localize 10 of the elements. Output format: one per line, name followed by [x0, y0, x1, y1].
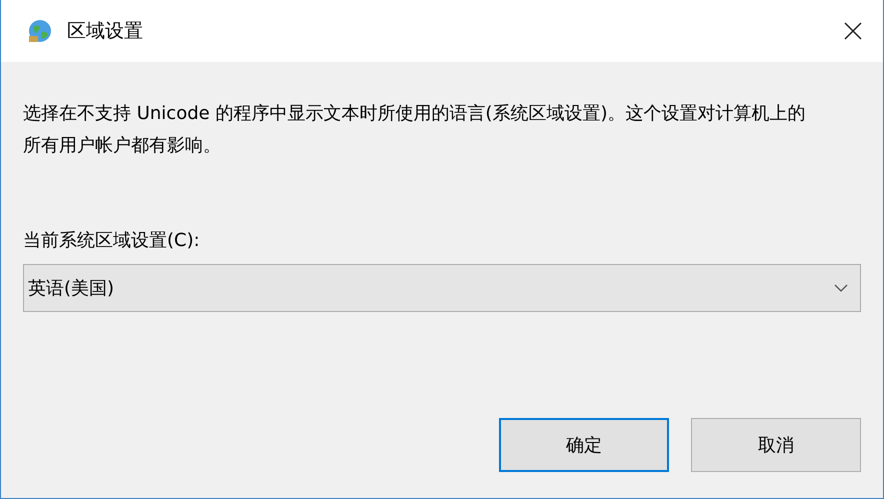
chevron-down-icon [834, 284, 848, 292]
dialog-button[interactable]: 确定 [499, 418, 669, 472]
close-icon [843, 21, 863, 41]
description-text: 选择在不支持 Unicode 的程序中显示文本时所使用的语言(系统区域设置)。这个设置对计算机上的所有用户帐户都有影响。 [23, 102, 806, 158]
globe-icon [27, 18, 53, 44]
locale-label: 当前系统区域设置(C): [23, 229, 201, 252]
locale-value: 英语(美国) [28, 277, 116, 300]
locale-dropdown[interactable]: 英语(美国) [23, 264, 861, 312]
window-title: 区域设置 [67, 19, 144, 44]
dialog-button[interactable]: 取消 [691, 418, 861, 472]
